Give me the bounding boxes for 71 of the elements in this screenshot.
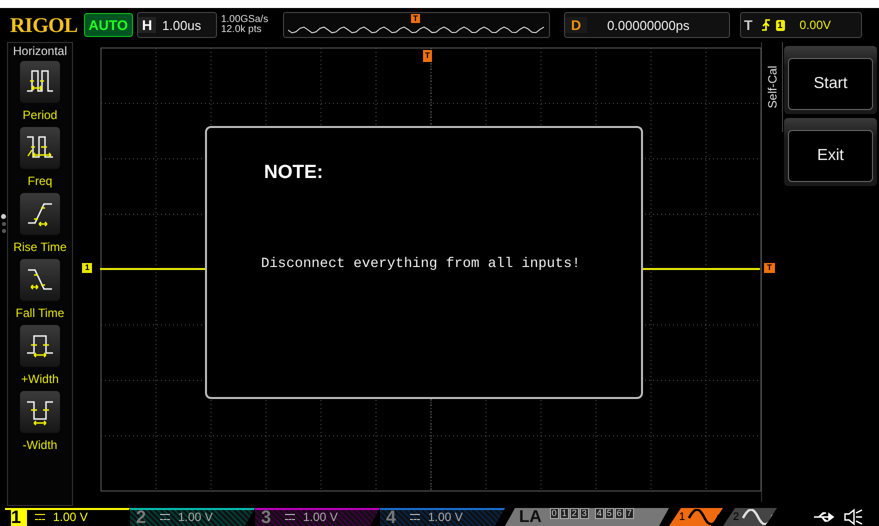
digital-channel: 4: [594, 508, 604, 519]
digital-channel: 5: [604, 508, 614, 519]
usb-icon: [813, 511, 837, 523]
source-number: 1: [679, 511, 686, 523]
trigger-level-marker[interactable]: T: [764, 263, 775, 273]
sample-rate: 1.00GSa/s: [220, 15, 270, 25]
digital-channel: 0: [550, 508, 559, 519]
trigger-label: T: [742, 17, 754, 33]
measure-button[interactable]: [20, 193, 60, 235]
timebase-value: 1.00us: [162, 18, 202, 32]
brand-logo: RIGOL: [10, 12, 78, 38]
digital-channel: 1: [560, 508, 569, 519]
trigger-source: 1: [776, 20, 785, 30]
trigger-panel[interactable]: T 1 0.00V: [740, 12, 862, 38]
channel-number: 4: [386, 508, 398, 526]
sidebar-title: Horizontal: [12, 44, 68, 58]
channel-marker[interactable]: 1: [82, 263, 92, 273]
trigger-marker[interactable]: T: [423, 50, 432, 62]
measure-label: -Width: [22, 438, 58, 452]
dialog-title: NOTE:: [264, 162, 324, 184]
dialog-message: Disconnect everything from all inputs!: [261, 256, 580, 272]
digital-channel: 7: [624, 508, 634, 519]
channel-scale: 1.00 V: [178, 510, 213, 524]
channel-tab[interactable]: 2 1.00 V: [130, 508, 255, 526]
channel-tab[interactable]: 4 1.00 V: [380, 508, 505, 526]
waveform-overview[interactable]: T: [282, 12, 550, 38]
digital-channel: 3: [580, 508, 589, 519]
measure-label: +Width: [21, 372, 59, 386]
run-status[interactable]: AUTO: [84, 13, 133, 37]
rising-edge-icon: [760, 18, 770, 32]
source-tab[interactable]: 1: [669, 508, 723, 526]
measure-label: Period: [22, 108, 58, 122]
menu-title: Self-Cal: [765, 66, 779, 108]
measure-button[interactable]: [20, 391, 60, 433]
channel-tab[interactable]: 3 1.00 V: [255, 508, 380, 526]
measure-button[interactable]: [20, 61, 60, 103]
dc-coupling-icon: [35, 514, 45, 520]
measure-label: Fall Time: [16, 306, 64, 320]
channel-scale: 1.00 V: [303, 510, 338, 524]
channel-scale: 1.00 V: [428, 510, 463, 524]
delay-value: 0.00000000ps: [607, 18, 690, 32]
logic-analyzer-tab[interactable]: LA 0 1 2 3 4 5 6 7: [505, 508, 669, 526]
delay-panel[interactable]: D 0.00000000ps: [564, 12, 730, 38]
speaker-muted-icon: [843, 508, 863, 526]
digital-channel: 2: [570, 508, 579, 519]
trigger-level: 0.00V: [800, 18, 831, 32]
timebase-panel[interactable]: H 1.00us: [136, 12, 217, 38]
measure-label: Freq: [28, 174, 52, 188]
measure-button[interactable]: [20, 259, 60, 301]
measure-button[interactable]: [20, 325, 60, 367]
trigger-position-marker: T: [410, 14, 420, 23]
digital-channel: 6: [614, 508, 624, 519]
channel-number: 3: [261, 508, 272, 526]
page-dot[interactable]: [2, 222, 6, 226]
channel-tab[interactable]: 1 1.00 V: [5, 508, 130, 526]
timebase-label: H: [138, 17, 156, 33]
channel-number: 2: [136, 508, 148, 526]
measure-label: Rise Time: [13, 240, 67, 254]
dc-coupling-icon: [410, 514, 420, 520]
dc-coupling-icon: [160, 514, 170, 520]
softkey-button[interactable]: Start: [788, 58, 873, 110]
delay-label: D: [564, 17, 588, 33]
measure-button[interactable]: [20, 127, 60, 169]
softkey-button[interactable]: Exit: [788, 130, 873, 182]
page-dot[interactable]: [1, 214, 6, 219]
memory-depth: 12.0k pts: [220, 25, 263, 35]
page-dot[interactable]: [2, 229, 6, 233]
channel-scale: 1.00 V: [53, 510, 88, 524]
dc-coupling-icon: [285, 514, 295, 520]
source-number: 2: [733, 511, 740, 523]
logic-analyzer-label: LA: [519, 508, 542, 526]
